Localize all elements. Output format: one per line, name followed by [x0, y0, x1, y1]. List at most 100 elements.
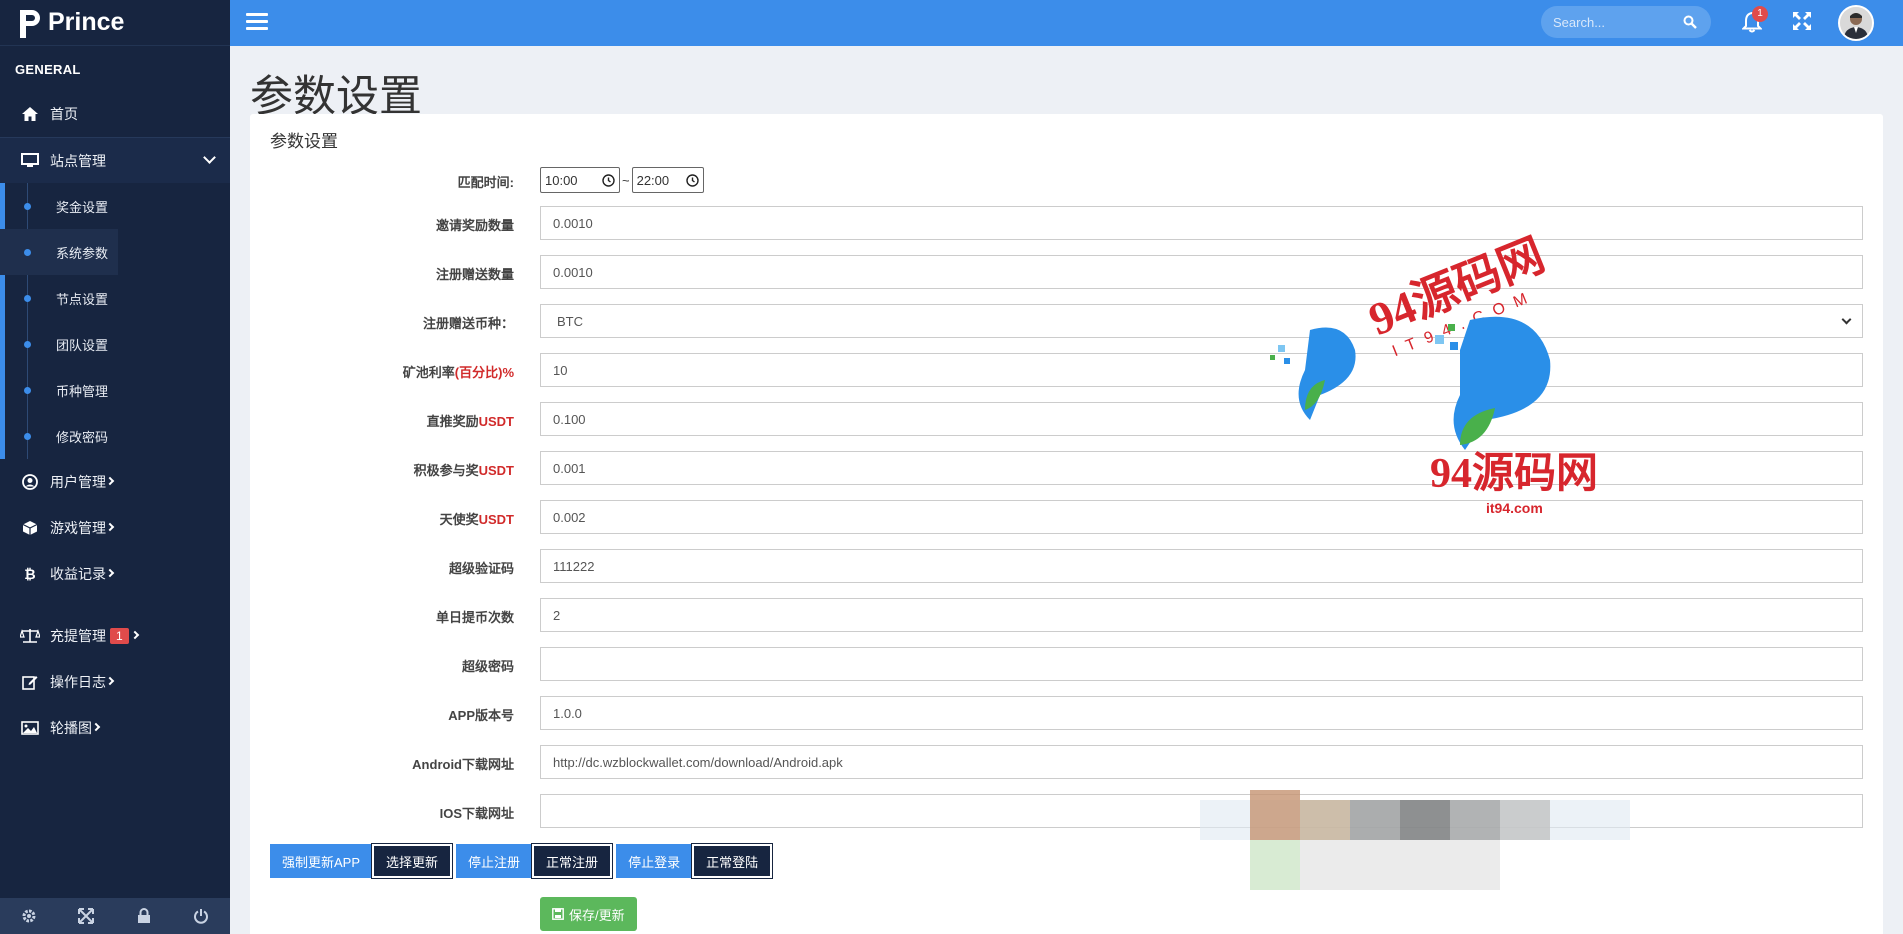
sidebar-item-home[interactable]: 首页 [0, 91, 230, 137]
form-row-super-code: 超级验证码 111222 [250, 549, 1883, 583]
brand-name: Prince [48, 8, 125, 36]
sidebar-item-label: 站点管理 [50, 152, 106, 169]
bitcoin-icon: ₿ [24, 566, 36, 582]
sidebar-item-site-management[interactable]: 站点管理 [0, 137, 230, 183]
subnav-item-node-settings[interactable]: 节点设置 [0, 275, 230, 321]
stop-login-button[interactable]: 停止登录 [616, 844, 693, 878]
dot-icon [24, 387, 31, 394]
subnav: 奖金设置 系统参数 节点设置 团队设置 币种管理 修改密码 [0, 183, 230, 459]
angel-reward-input[interactable]: 0.002 [540, 500, 1863, 534]
field-label: 邀请奖励数量 [435, 218, 514, 233]
register-gift-amount-input[interactable]: 0.0010 [540, 255, 1863, 289]
super-code-input[interactable]: 111222 [540, 549, 1863, 583]
start-time-value: 10:00 [545, 172, 578, 188]
field-label: 单日提币次数 [435, 610, 514, 625]
subnav-item-bonus-settings[interactable]: 奖金设置 [0, 183, 230, 229]
sidebar-item-label: 充提管理 [50, 628, 106, 644]
subnav-item-change-password[interactable]: 修改密码 [0, 413, 230, 459]
save-label: 保存/更新 [569, 907, 625, 923]
fullscreen-icon[interactable] [1792, 11, 1814, 33]
invite-reward-input[interactable]: 0.0010 [540, 206, 1863, 240]
subnav-label: 奖金设置 [56, 199, 109, 215]
field-label: APP版本号 [448, 708, 514, 723]
sidebar-item-carousel[interactable]: 轮播图 [0, 705, 230, 751]
participation-reward-input[interactable]: 0.001 [540, 451, 1863, 485]
sidebar-item-operation-log[interactable]: 操作日志 [0, 659, 230, 705]
direct-reward-input[interactable]: 0.100 [540, 402, 1863, 436]
chevron-right-icon [105, 476, 115, 486]
watermark-text-4: it94.com [1486, 500, 1543, 516]
form-row-pool-rate: 矿池利率(百分比)% 10 [250, 353, 1883, 387]
cube-icon [20, 520, 40, 536]
android-url-input[interactable]: http://dc.wzblockwallet.com/download/And… [540, 745, 1863, 779]
form-row-daily-withdraw-count: 单日提币次数 2 [250, 598, 1883, 632]
notification-badge: 1 [1752, 6, 1768, 22]
label-highlight: USDT [478, 414, 514, 429]
search-box[interactable] [1541, 6, 1711, 38]
settings-icon[interactable] [0, 898, 58, 934]
subnav-label: 节点设置 [56, 291, 109, 307]
end-time-value: 22:00 [636, 172, 670, 188]
field-label: Android下载网址 [412, 757, 514, 772]
sidebar-item-game-management[interactable]: 游戏管理 [0, 505, 230, 551]
label-highlight: USDT [478, 463, 514, 478]
field-label: IOS下载网址 [439, 806, 514, 821]
chevron-down-icon [1841, 314, 1852, 325]
image-icon [20, 720, 40, 736]
clock-icon [602, 173, 615, 187]
status-badge: 1 [110, 628, 129, 644]
pool-rate-input[interactable]: 10 [540, 353, 1863, 387]
sidebar-item-label: 用户管理 [50, 474, 106, 490]
form-row-ios-url: IOS下载网址 [250, 794, 1883, 828]
subnav-item-team-settings[interactable]: 团队设置 [0, 321, 230, 367]
prince-logo-icon [18, 8, 42, 38]
chevron-right-icon [91, 722, 101, 732]
field-label: 天使奖USDT [440, 509, 514, 528]
start-time-input[interactable]: 10:00 [540, 167, 620, 193]
select-update-button[interactable]: 选择更新 [371, 843, 454, 879]
search-input[interactable] [1553, 14, 1673, 30]
lock-icon[interactable] [115, 898, 173, 934]
field-label: 直推奖励USDT [427, 411, 514, 430]
dot-icon [24, 295, 31, 302]
super-password-input[interactable] [540, 647, 1863, 681]
settings-card: 参数设置 匹配时间: 10:00 ~ 22:00 邀请奖励数量 0.0010 注… [250, 114, 1883, 934]
save-update-button[interactable]: 保存/更新 [540, 897, 637, 931]
menu-toggle-icon[interactable] [246, 13, 268, 31]
daily-withdraw-count-input[interactable]: 2 [540, 598, 1863, 632]
dot-icon [24, 433, 31, 440]
dot-icon [24, 203, 31, 210]
end-time-input[interactable]: 22:00 [631, 167, 704, 193]
sidebar-item-user-management[interactable]: 用户管理 [0, 459, 230, 505]
app-version-input[interactable]: 1.0.0 [540, 696, 1863, 730]
topbar: 1 [230, 0, 1903, 46]
monitor-icon [20, 153, 40, 169]
normal-register-button[interactable]: 正常注册 [531, 843, 614, 879]
form-row-android-url: Android下载网址 http://dc.wzblockwallet.com/… [250, 745, 1883, 779]
subnav-item-coin-management[interactable]: 币种管理 [0, 367, 230, 413]
power-icon[interactable] [173, 898, 231, 934]
sidebar-item-deposit-withdraw[interactable]: 充提管理 1 [0, 613, 230, 659]
save-icon [552, 908, 564, 920]
normal-login-button[interactable]: 正常登陆 [691, 843, 774, 879]
force-update-app-button[interactable]: 强制更新APP [270, 844, 373, 878]
fullscreen-icon[interactable] [58, 898, 116, 934]
search-icon[interactable] [1683, 15, 1697, 29]
subnav-label: 系统参数 [56, 245, 109, 261]
subnav-label: 团队设置 [56, 337, 109, 353]
label-text: 天使奖 [439, 512, 479, 527]
form-row-super-password: 超级密码 [250, 647, 1883, 681]
register-gift-coin-select[interactable]: BTC [540, 304, 1863, 338]
stop-register-button[interactable]: 停止注册 [456, 844, 533, 878]
select-value: BTC [557, 313, 583, 329]
sidebar-item-earnings[interactable]: ₿ 收益记录 [0, 551, 230, 597]
form-row-register-gift-amount: 注册赠送数量 0.0010 [250, 255, 1883, 289]
subnav-label: 修改密码 [56, 429, 109, 445]
sidebar-footer [0, 898, 230, 934]
user-icon [20, 474, 40, 490]
chevron-right-icon [130, 630, 139, 640]
avatar[interactable] [1838, 5, 1874, 41]
form-row-invite-reward: 邀请奖励数量 0.0010 [250, 206, 1883, 240]
brand[interactable]: Prince [0, 0, 230, 46]
subnav-item-system-params[interactable]: 系统参数 [0, 229, 118, 275]
